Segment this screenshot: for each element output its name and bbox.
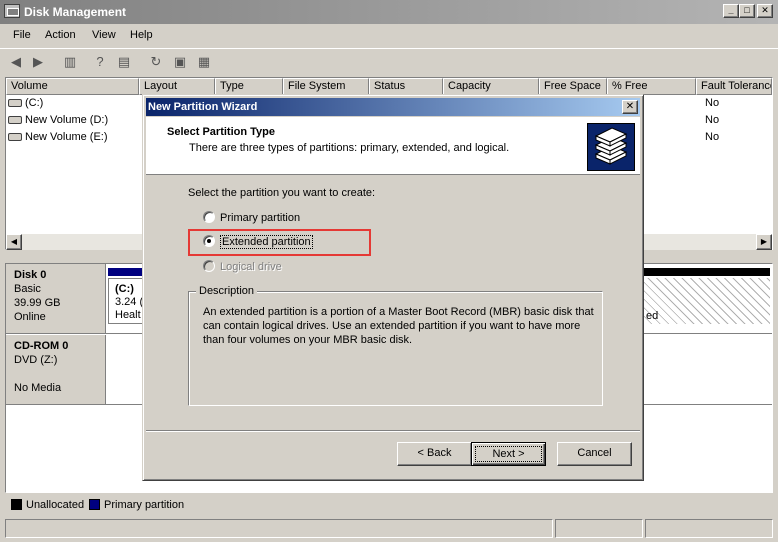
fault-tolerance-value: No — [705, 97, 720, 109]
volume-name: New Volume (E:) — [25, 131, 108, 143]
menu-action[interactable]: Action — [45, 29, 76, 41]
column-capacity[interactable]: Capacity — [443, 78, 539, 95]
show-hide-console-tree-icon[interactable]: ▥ — [60, 52, 80, 72]
title-bar[interactable]: Disk Management _ □ ✕ — [0, 0, 778, 24]
description-label: Description — [196, 285, 258, 297]
column-fault-tolerance[interactable]: Fault Tolerance — [696, 78, 772, 95]
column-percent-free[interactable]: % Free — [607, 78, 696, 95]
maximize-button[interactable]: □ — [739, 4, 755, 18]
disk-stack-icon — [587, 123, 635, 171]
toolbar: ◀ ▶ ▥ ? ▤ ↻ ▣ ▦ — [0, 48, 778, 74]
status-bar — [5, 519, 773, 538]
partition-bar — [108, 268, 144, 276]
column-layout[interactable]: Layout — [139, 78, 215, 95]
description-text: An extended partition is a portion of a … — [203, 306, 594, 346]
legend: Unallocated Primary partition — [5, 495, 773, 515]
fault-tolerance-value: No — [705, 114, 720, 126]
header-title: Select Partition Type — [167, 126, 275, 138]
unallocated-bar — [644, 268, 770, 276]
window-title: Disk Management — [24, 5, 127, 19]
status-cell — [5, 519, 553, 538]
fault-tolerance-value: No — [705, 131, 720, 143]
disk-0-label[interactable]: Disk 0 Basic 39.99 GB Online — [6, 264, 106, 334]
scroll-right-icon[interactable]: ▶ — [756, 234, 772, 250]
status-cell — [555, 519, 643, 538]
column-type[interactable]: Type — [215, 78, 283, 95]
scroll-left-icon[interactable]: ◀ — [6, 234, 22, 250]
dialog-title-bar[interactable]: New Partition Wizard ✕ — [146, 98, 640, 116]
primary-partition-label[interactable]: Primary partition — [220, 212, 300, 224]
volume-name: (C:) — [25, 97, 44, 109]
back-arrow-icon[interactable]: ◀ — [6, 52, 26, 72]
partition-prompt: Select the partition you want to create: — [188, 187, 376, 199]
primary-partition-radio[interactable] — [203, 211, 215, 223]
settings-icon[interactable]: ▦ — [194, 52, 214, 72]
cdrom-0-drive: DVD (Z:) — [14, 354, 58, 366]
cdrom-0-status: No Media — [14, 382, 62, 394]
disk-0-size: 39.99 GB — [14, 297, 61, 309]
table-row[interactable]: (C:) — [8, 95, 43, 111]
menu-view[interactable]: View — [92, 29, 116, 41]
new-partition-wizard-dialog: New Partition Wizard ✕ Select Partition … — [142, 94, 644, 481]
drive-icon — [8, 133, 22, 142]
table-row[interactable]: New Volume (E:) — [8, 129, 108, 145]
column-free-space[interactable]: Free Space — [539, 78, 607, 95]
legend-unallocated: Unallocated — [11, 499, 84, 511]
column-status[interactable]: Status — [369, 78, 443, 95]
disk-0-name: Disk 0 — [14, 269, 47, 281]
primary-partition-option[interactable]: Primary partition — [203, 210, 300, 226]
minimize-button[interactable]: _ — [723, 4, 739, 18]
back-button[interactable]: < Back — [397, 442, 472, 466]
disk-management-icon — [4, 4, 20, 18]
dialog-close-button[interactable]: ✕ — [622, 100, 638, 114]
cancel-button[interactable]: Cancel — [557, 442, 632, 466]
menu-file[interactable]: File — [13, 29, 31, 41]
logical-drive-option: Logical drive — [203, 259, 282, 275]
table-row[interactable]: New Volume (D:) — [8, 112, 108, 128]
disk-0-type: Basic — [14, 283, 41, 295]
column-volume[interactable]: Volume — [6, 78, 139, 95]
disk-0-status: Online — [14, 311, 46, 323]
legend-primary-partition: Primary partition — [89, 499, 184, 511]
column-file-system[interactable]: File System — [283, 78, 369, 95]
cdrom-0-name: CD-ROM 0 — [14, 340, 69, 352]
header-subtitle: There are three types of partitions: pri… — [189, 142, 510, 154]
view-icon[interactable]: ▤ — [114, 52, 134, 72]
logical-drive-radio — [203, 260, 215, 272]
dialog-separator — [146, 430, 640, 432]
drive-icon — [8, 99, 22, 108]
status-cell — [645, 519, 773, 538]
volume-name: New Volume (D:) — [25, 114, 109, 126]
cdrom-0-label[interactable]: CD-ROM 0 DVD (Z:) No Media — [6, 335, 106, 405]
menu-bar: File Action View Help — [0, 26, 778, 46]
drive-icon — [8, 116, 22, 125]
unallocated-region[interactable]: ed — [644, 278, 770, 324]
dialog-header: Select Partition Type There are three ty… — [146, 117, 640, 175]
forward-arrow-icon[interactable]: ▶ — [28, 52, 48, 72]
dialog-title: New Partition Wizard — [148, 101, 258, 113]
close-button[interactable]: ✕ — [757, 4, 773, 18]
next-button[interactable]: Next > — [471, 442, 546, 466]
help-icon[interactable]: ? — [90, 52, 110, 72]
partition-c[interactable]: (C:) 3.24 ( Healt — [108, 278, 144, 324]
highlight-box — [188, 229, 371, 256]
menu-help[interactable]: Help — [130, 29, 153, 41]
refresh-icon[interactable]: ↻ — [146, 52, 166, 72]
properties-icon[interactable]: ▣ — [170, 52, 190, 72]
logical-drive-label: Logical drive — [220, 261, 282, 273]
